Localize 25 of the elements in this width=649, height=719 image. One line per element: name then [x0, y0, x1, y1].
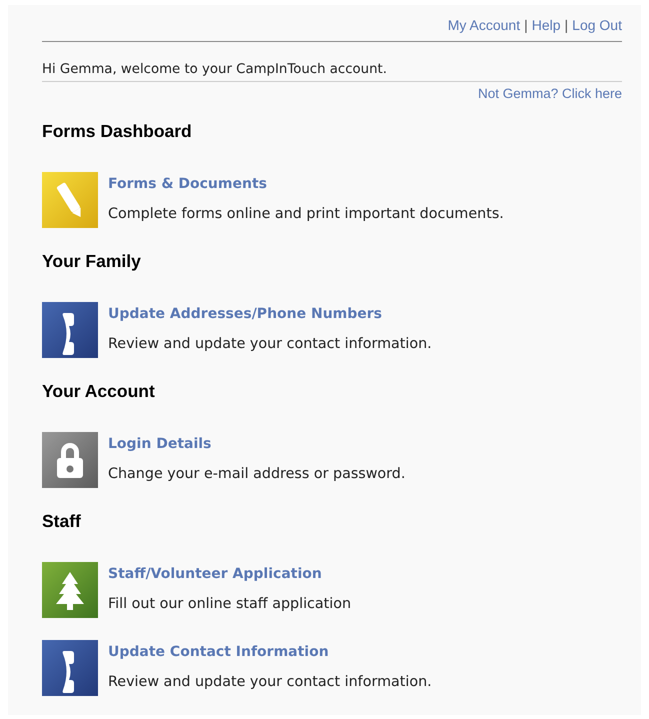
header-link[interactable]: Help	[532, 17, 561, 33]
item-link[interactable]: Login Details	[108, 435, 212, 453]
item-description: Review and update your contact information.	[108, 335, 432, 353]
section-heading: Staff	[42, 510, 82, 532]
item-description: Fill out our online staff application	[108, 595, 352, 613]
header-link[interactable]: My Account	[448, 17, 520, 33]
item-link[interactable]: Staff/Volunteer Application	[108, 565, 322, 583]
section-heading: Forms Dashboard	[42, 120, 193, 142]
lock-icon[interactable]	[42, 432, 98, 488]
welcome-text: Hi Gemma, welcome to your CampInTouch account.	[42, 62, 388, 78]
header-link[interactable]: Log Out	[572, 17, 622, 33]
item-description: Change your e-mail address or password.	[108, 465, 406, 483]
phone-icon[interactable]	[42, 640, 98, 696]
not-user-link[interactable]: Not Gemma? Click here	[478, 86, 622, 101]
section-heading: Your Family	[42, 250, 142, 272]
item-description: Review and update your contact information.	[108, 673, 432, 691]
item-link[interactable]: Forms & Documents	[108, 175, 267, 193]
phone-icon[interactable]	[42, 302, 98, 358]
item-description: Complete forms online and print important documents.	[108, 205, 504, 223]
section-heading: Your Account	[42, 380, 156, 402]
tree-icon[interactable]	[42, 562, 98, 618]
separator-text: |	[524, 17, 528, 33]
separator-text: |	[564, 17, 568, 33]
item-link[interactable]: Update Contact Information	[108, 643, 329, 661]
item-link[interactable]: Update Addresses/Phone Numbers	[108, 305, 382, 323]
